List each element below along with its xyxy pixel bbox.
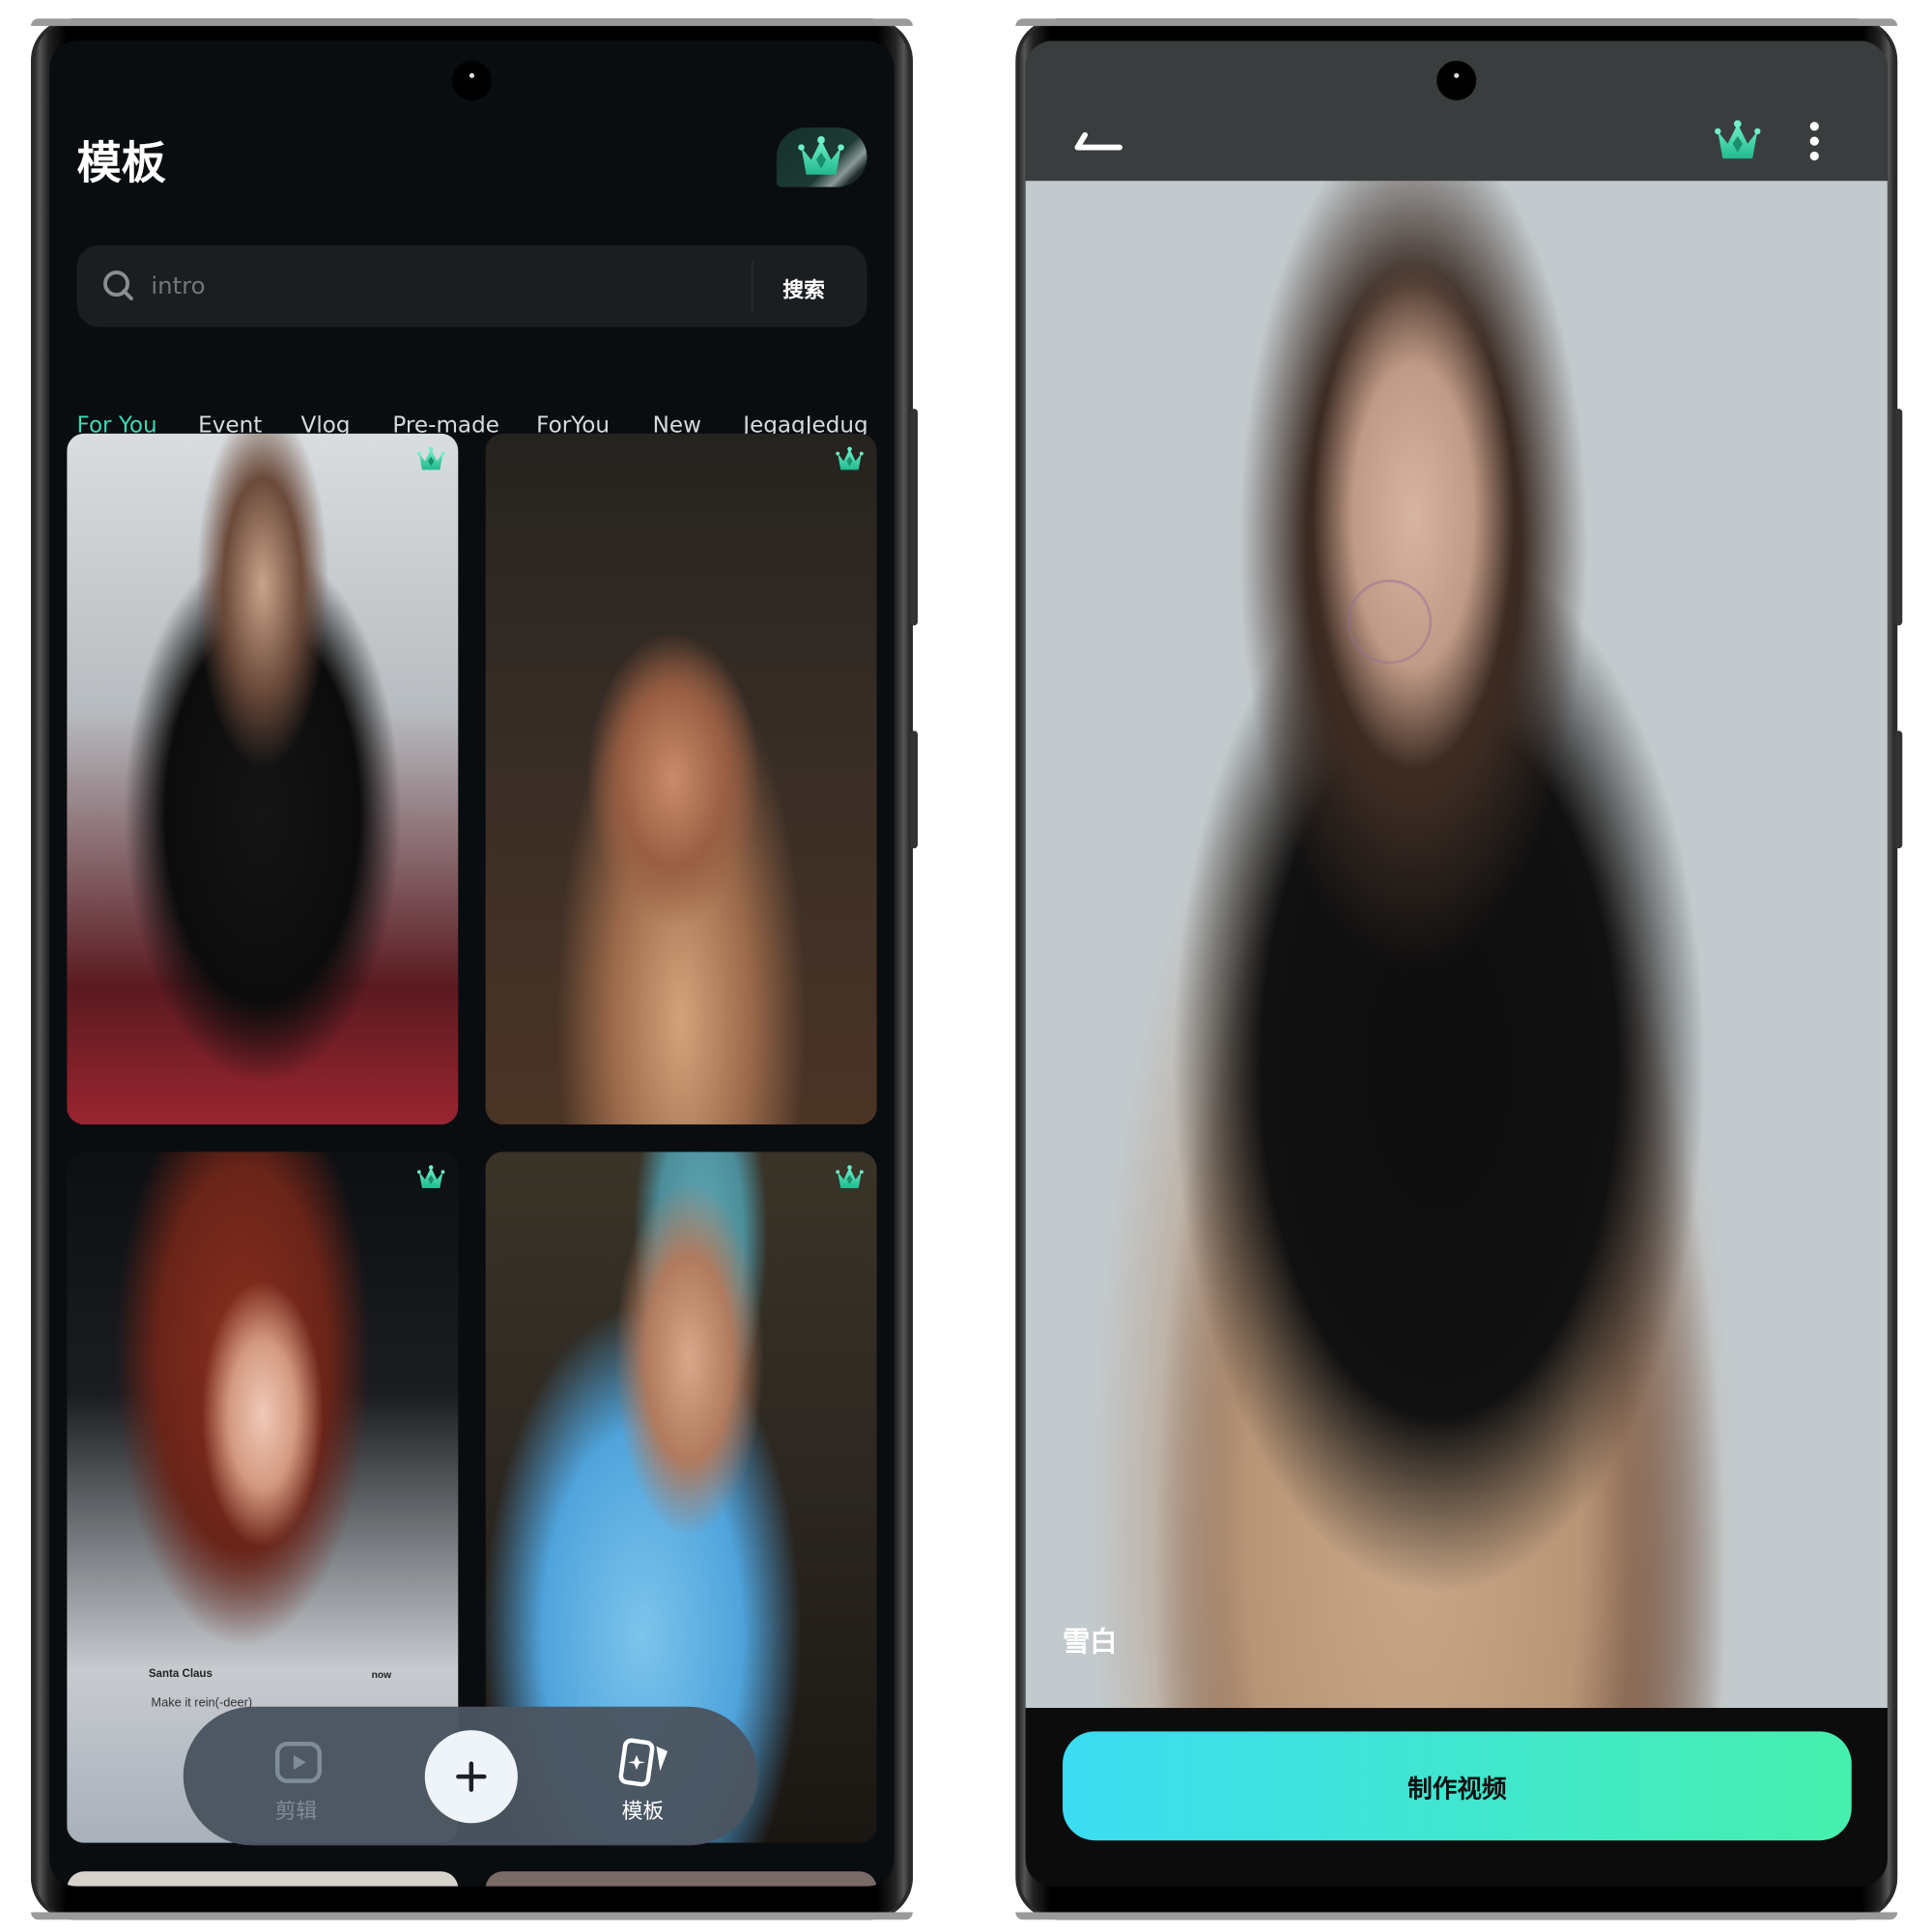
make-video-button[interactable]: 制作视频 bbox=[1063, 1731, 1852, 1841]
left-screen: 模板 搜索 For You Event Vlog Pre-made ForYou… bbox=[49, 41, 895, 1887]
right-screen: 雪白 制作视频 bbox=[1025, 41, 1888, 1887]
nav-item-edit[interactable]: 剪辑 bbox=[255, 1734, 342, 1825]
play-square-icon bbox=[274, 1741, 323, 1783]
side-button bbox=[1894, 409, 1903, 626]
page-title: 模板 bbox=[76, 138, 166, 190]
side-button bbox=[910, 409, 919, 626]
crown-icon[interactable] bbox=[1713, 119, 1762, 163]
nav-label-edit: 剪辑 bbox=[274, 1799, 318, 1825]
video-preview[interactable]: 雪白 bbox=[1025, 181, 1888, 1709]
premium-crown-icon bbox=[416, 446, 446, 473]
template-card[interactable] bbox=[485, 1871, 877, 1887]
plus-icon bbox=[456, 1761, 487, 1792]
notification-overlay: Santa Claus now Make it rein(-deer) bbox=[127, 1662, 399, 1712]
front-camera bbox=[451, 60, 492, 100]
premium-crown-icon bbox=[416, 1164, 446, 1191]
search-input[interactable] bbox=[148, 262, 736, 310]
template-cards-icon bbox=[618, 1738, 668, 1787]
template-card[interactable] bbox=[67, 433, 459, 1125]
vip-button[interactable] bbox=[776, 128, 867, 187]
front-camera bbox=[1436, 60, 1477, 100]
search-divider bbox=[752, 260, 753, 313]
template-card[interactable] bbox=[485, 433, 877, 1125]
notification-time: now bbox=[371, 1669, 392, 1681]
preview-caption: 雪白 bbox=[1063, 1627, 1118, 1659]
notification-sender: Santa Claus bbox=[148, 1666, 213, 1680]
search-button[interactable]: 搜索 bbox=[782, 272, 825, 303]
search-icon bbox=[103, 270, 133, 300]
back-arrow-icon[interactable] bbox=[1072, 128, 1124, 155]
bottom-nav: 剪辑 模板 bbox=[183, 1706, 758, 1846]
template-card[interactable] bbox=[67, 1871, 459, 1887]
crown-icon bbox=[796, 135, 845, 180]
nav-label-templates: 模板 bbox=[621, 1799, 665, 1825]
search-bar[interactable]: 搜索 bbox=[76, 244, 867, 327]
side-button bbox=[910, 730, 919, 849]
premium-crown-icon bbox=[835, 1164, 865, 1191]
add-button[interactable] bbox=[424, 1730, 518, 1824]
nav-item-templates[interactable]: 模板 bbox=[602, 1734, 689, 1825]
make-video-label: 制作视频 bbox=[1407, 1773, 1507, 1804]
top-toolbar bbox=[1025, 41, 1888, 182]
side-button bbox=[1894, 730, 1903, 849]
more-vertical-icon[interactable] bbox=[1805, 120, 1823, 162]
watermark-logo bbox=[1347, 580, 1433, 665]
premium-crown-icon bbox=[835, 446, 865, 473]
